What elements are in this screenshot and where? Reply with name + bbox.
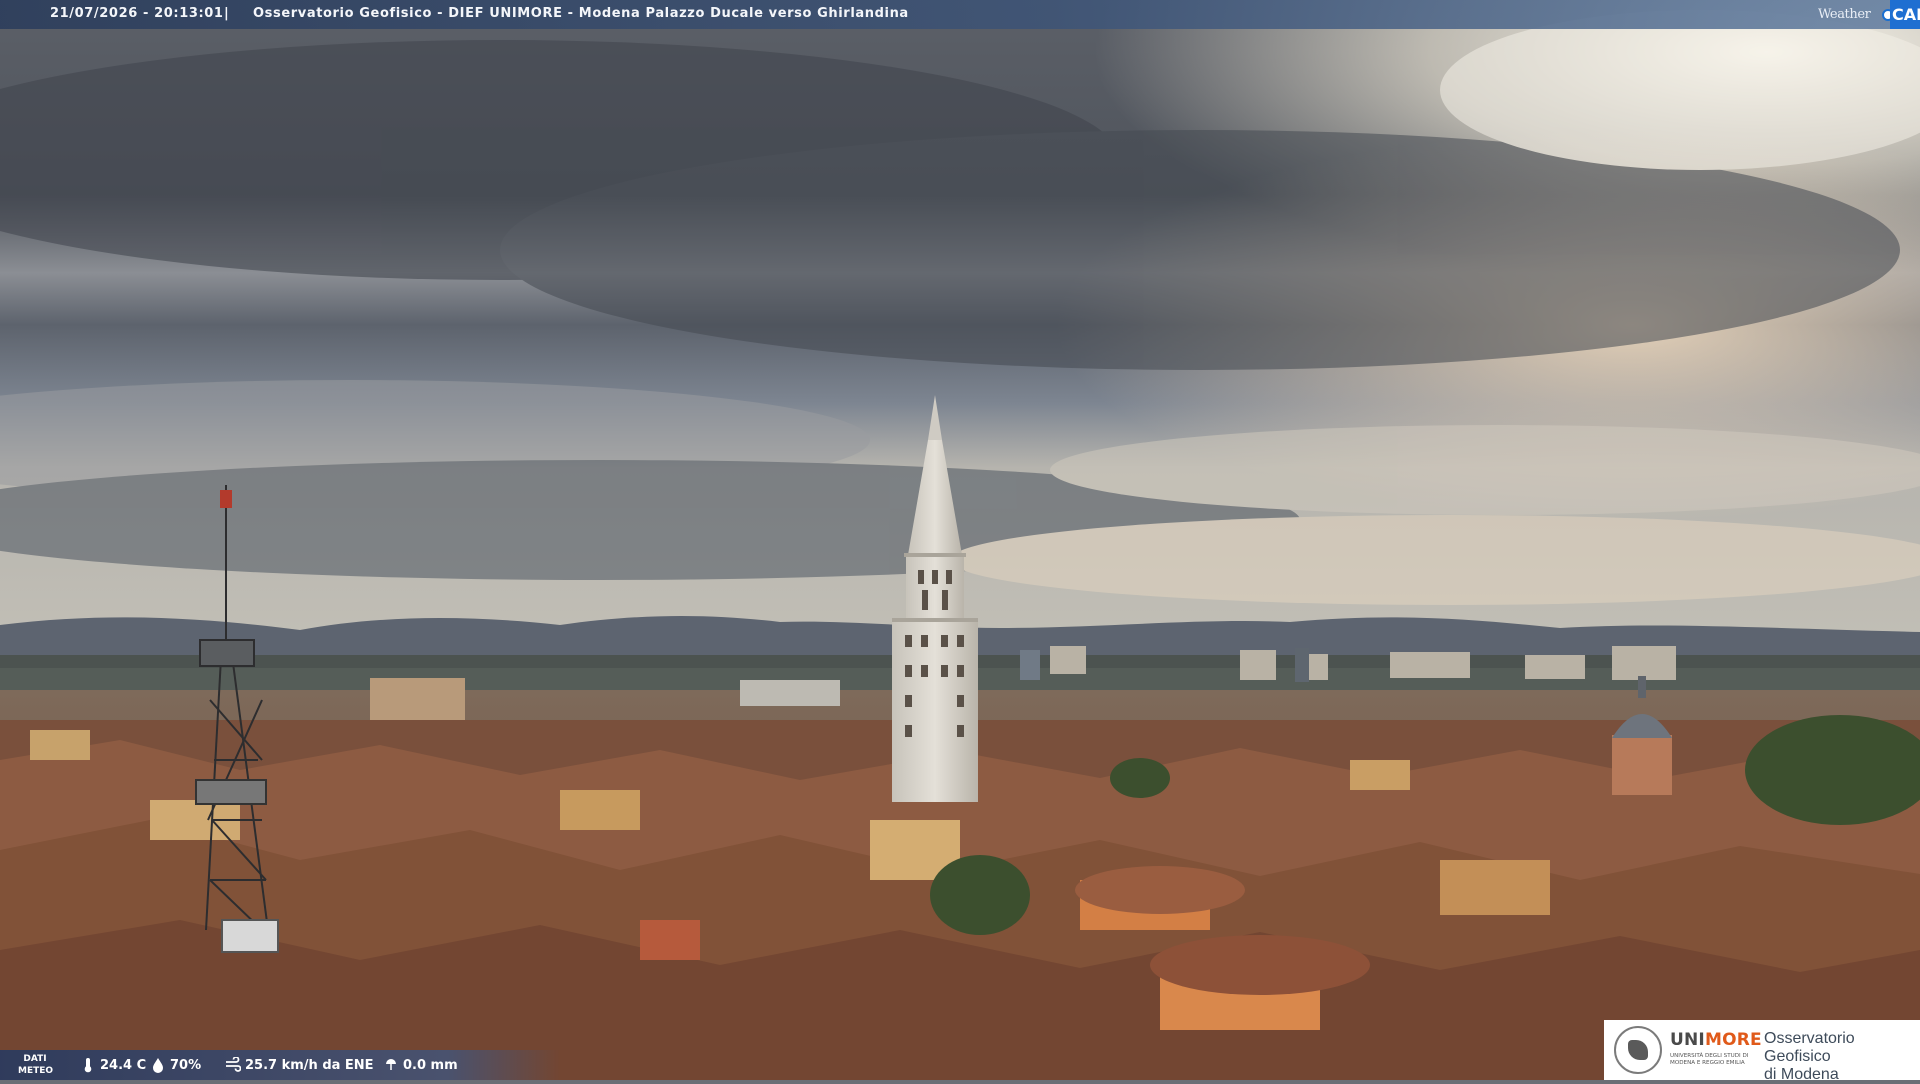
humidity-reading: 70% [150,1057,201,1073]
caption-separator: | [224,6,229,21]
caption-bar: 21/07/2026 - 20:13:01 | Osservatorio Geo… [0,0,1920,29]
rain-reading: 0.0 mm [383,1057,458,1073]
webcam-image [0,0,1920,1080]
thermometer-icon [80,1057,96,1073]
observatory-line1: Osservatorio Geofisico [1764,1030,1920,1066]
wind-value: 25.7 km/h da ENE [245,1058,374,1073]
unimore-logo: UNIMORE UNIVERSITÀ DEGLI STUDI DI MODENA… [1604,1020,1920,1080]
weather-label-line1: DATI [18,1053,52,1065]
weathercam-logo: Weather CAM [1816,0,1920,29]
weathercam-cam: CAM [1890,0,1920,29]
observatory-name: Osservatorio Geofisico di Modena [1764,1030,1920,1084]
weather-label-line2: METEO [18,1065,52,1077]
rain-icon [383,1057,399,1073]
droplet-icon [150,1057,166,1073]
wind-icon [225,1057,241,1073]
humidity-value: 70% [170,1058,201,1073]
camera-caption: Osservatorio Geofisico - DIEF UNIMORE - … [253,6,909,21]
temperature-value: 24.4 C [100,1058,146,1073]
weather-label: DATI METEO [18,1053,52,1077]
unimore-wordmark: UNIMORE [1670,1030,1762,1050]
temperature-reading: 24.4 C [80,1057,146,1073]
observatory-line2: di Modena [1764,1066,1920,1084]
weathercam-word: Weather [1818,7,1870,22]
city-panorama [0,0,1920,1080]
timestamp: 21/07/2026 - 20:13:01 [50,6,224,21]
unimore-more: MORE [1705,1030,1762,1050]
rain-value: 0.0 mm [403,1058,458,1073]
unimore-subtitle: UNIVERSITÀ DEGLI STUDI DI MODENA E REGGI… [1670,1053,1756,1067]
wind-reading: 25.7 km/h da ENE [225,1057,374,1073]
weather-strip: DATI METEO 24.4 C 70% 25.7 km/h da ENE 0… [0,1050,560,1080]
unimore-uni: UNI [1670,1030,1705,1050]
unimore-seal-icon [1614,1026,1662,1074]
